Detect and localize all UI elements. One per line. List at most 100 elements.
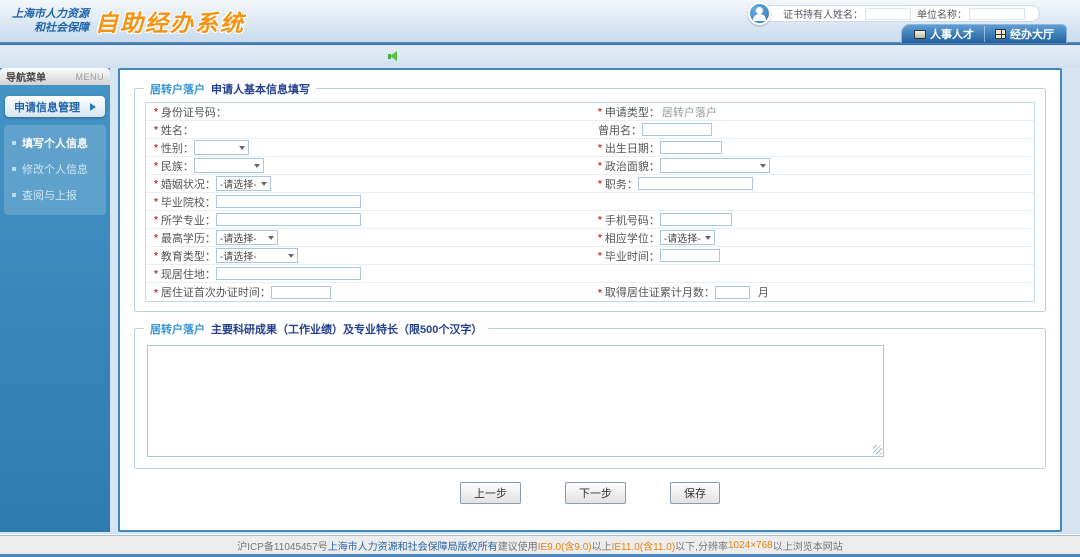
form-field: * 出生日期： bbox=[590, 139, 1034, 156]
sidebar-item[interactable]: 查阅与上报 bbox=[4, 182, 106, 208]
former-name-input[interactable] bbox=[642, 123, 712, 136]
degree-label: 相应学位： bbox=[604, 232, 660, 245]
form-row: * 教育类型： -请选择- * 毕业时间： bbox=[146, 247, 1034, 265]
ethnicity-select[interactable] bbox=[193, 158, 264, 173]
required-asterisk: * bbox=[154, 215, 158, 226]
form-row: * 毕业院校： bbox=[146, 193, 1034, 211]
app-header: 上海市人力资源 和社会保障 自助经办系统 证书持有人姓名： 单位名称： 人事人才… bbox=[0, 0, 1080, 43]
footer-text: 1024×768 bbox=[727, 539, 773, 551]
required-asterisk: * bbox=[154, 179, 158, 190]
sidebar: 导航菜单 MENU 申请信息管理 填写个人信息修改个人信息查阅与上报 bbox=[0, 68, 110, 532]
footer-text: IE9.0(含9.0) bbox=[537, 541, 592, 553]
marital-status-selected-value: -请选择- bbox=[219, 180, 257, 191]
legend-text: 申请人基本信息填写 bbox=[211, 84, 310, 96]
sidebar-submenu: 填写个人信息修改个人信息查阅与上报 bbox=[4, 125, 106, 215]
tab-personnel[interactable]: 人事人才 bbox=[914, 26, 974, 42]
form-field: * 职务： bbox=[590, 175, 1034, 192]
form-row: * 婚姻状况： -请选择- * 职务： bbox=[146, 175, 1034, 193]
current-residence-input[interactable] bbox=[215, 267, 361, 280]
sidebar-item-label: 查阅与上报 bbox=[22, 190, 77, 202]
required-asterisk: * bbox=[154, 251, 158, 262]
education-type-select[interactable]: -请选择- bbox=[215, 248, 298, 263]
footer-text: 建议使用 bbox=[497, 541, 538, 553]
permit-months-input[interactable] bbox=[714, 285, 750, 299]
legend-prefix: 居转户落户 bbox=[150, 84, 205, 96]
required-asterisk: * bbox=[598, 107, 602, 118]
highest-education-selected-value: -请选择- bbox=[219, 234, 257, 245]
tab-label: 经办大厅 bbox=[1010, 29, 1054, 41]
app-title: 自助经办系统 bbox=[95, 10, 245, 36]
tab-service-hall[interactable]: 经办大厅 bbox=[984, 26, 1054, 42]
building-grid-icon bbox=[995, 29, 1006, 39]
highest-education-label: 最高学历： bbox=[160, 232, 216, 245]
required-asterisk: * bbox=[154, 107, 158, 118]
sidebar-header: 导航菜单 MENU bbox=[0, 68, 110, 85]
chevron-down-icon bbox=[759, 163, 766, 168]
sidebar-title: 导航菜单 bbox=[6, 73, 46, 84]
education-type-selected-value: -请选择- bbox=[219, 252, 257, 263]
sidebar-item-label: 填写个人信息 bbox=[22, 138, 88, 150]
former-name-label: 曾用名： bbox=[598, 124, 642, 137]
achievements-legend: 居转户落户 主要科研成果（工作业绩）及专业特长（限500个汉字） bbox=[144, 321, 489, 337]
chevron-down-icon bbox=[287, 253, 294, 258]
highest-education-select[interactable]: -请选择- bbox=[215, 230, 278, 245]
marital-status-label: 婚姻状况： bbox=[160, 178, 216, 191]
graduation-time-input[interactable] bbox=[659, 249, 720, 262]
job-position-input[interactable] bbox=[637, 177, 753, 190]
save-button[interactable]: 保存 bbox=[670, 482, 720, 504]
form-field: * 身份证号码： bbox=[146, 103, 590, 120]
required-asterisk: * bbox=[154, 125, 158, 136]
unit-name-label: 单位名称： bbox=[917, 10, 967, 21]
form-field: * 政治面貌： bbox=[590, 157, 1034, 174]
form-row: * 民族： * 政治面貌： bbox=[146, 157, 1034, 175]
unit-name-field[interactable] bbox=[969, 7, 1025, 20]
sidebar-group-apply-info[interactable]: 申请信息管理 bbox=[5, 96, 105, 117]
birth-date-input[interactable] bbox=[659, 141, 722, 154]
major-label: 所学专业： bbox=[160, 214, 216, 227]
form-row: * 最高学历： -请选择- * 相应学位： -请选择- bbox=[146, 229, 1034, 247]
form-row: * 居住证首次办证时间： * 取得居住证累计月数：月 bbox=[146, 283, 1034, 301]
chevron-down-icon bbox=[260, 181, 267, 186]
required-asterisk: * bbox=[598, 287, 602, 299]
marital-status-select[interactable]: -请选择- bbox=[215, 176, 271, 191]
required-asterisk: * bbox=[154, 197, 158, 208]
sidebar-item[interactable]: 填写个人信息 bbox=[4, 130, 106, 156]
form-row: * 姓名： 曾用名： bbox=[146, 121, 1034, 139]
degree-select[interactable]: -请选择- bbox=[659, 230, 715, 245]
footer-link[interactable]: 上海市人力资源和社会保障局版权所有 bbox=[328, 538, 498, 553]
required-asterisk: * bbox=[154, 269, 158, 280]
required-asterisk: * bbox=[598, 161, 602, 172]
ethnicity-label: 民族： bbox=[160, 160, 194, 173]
cert-holder-name-field[interactable] bbox=[865, 7, 911, 20]
achievements-textarea[interactable] bbox=[147, 345, 884, 457]
footer-text: 以下,分辨率 bbox=[675, 541, 728, 553]
gender-label: 性别： bbox=[160, 142, 194, 155]
legend-text: 主要科研成果（工作业绩）及专业特长（限500个汉字） bbox=[211, 324, 483, 336]
id-card-number-label: 身份证号码： bbox=[160, 106, 227, 119]
graduate-school-input[interactable] bbox=[215, 195, 361, 208]
header-tabs: 人事人才 经办大厅 bbox=[901, 24, 1067, 43]
bullet-icon bbox=[12, 141, 16, 145]
sidebar-item[interactable]: 修改个人信息 bbox=[4, 156, 106, 182]
required-asterisk: * bbox=[598, 251, 602, 262]
major-input[interactable] bbox=[215, 213, 361, 226]
form-field: * 手机号码： bbox=[590, 211, 1034, 228]
required-asterisk: * bbox=[154, 233, 158, 244]
political-status-select[interactable] bbox=[659, 158, 770, 173]
first-permit-time-input[interactable] bbox=[270, 285, 331, 299]
gender-select[interactable] bbox=[193, 140, 249, 155]
birth-date-label: 出生日期： bbox=[604, 142, 660, 155]
political-status-label: 政治面貌： bbox=[604, 160, 660, 173]
speaker-icon[interactable] bbox=[388, 51, 400, 61]
prev-step-button[interactable]: 上一步 bbox=[460, 482, 521, 504]
form-field: * 毕业院校： bbox=[146, 193, 590, 210]
required-asterisk: * bbox=[598, 143, 602, 154]
mobile-number-input[interactable] bbox=[659, 213, 732, 226]
form-field: * 性别： bbox=[146, 139, 590, 156]
required-asterisk: * bbox=[154, 143, 158, 154]
next-step-button[interactable]: 下一步 bbox=[565, 482, 626, 504]
chevron-right-icon bbox=[90, 102, 96, 111]
degree-selected-value: -请选择- bbox=[663, 234, 701, 245]
form-field: * 民族： bbox=[146, 157, 590, 174]
graduation-time-label: 毕业时间： bbox=[604, 250, 660, 263]
